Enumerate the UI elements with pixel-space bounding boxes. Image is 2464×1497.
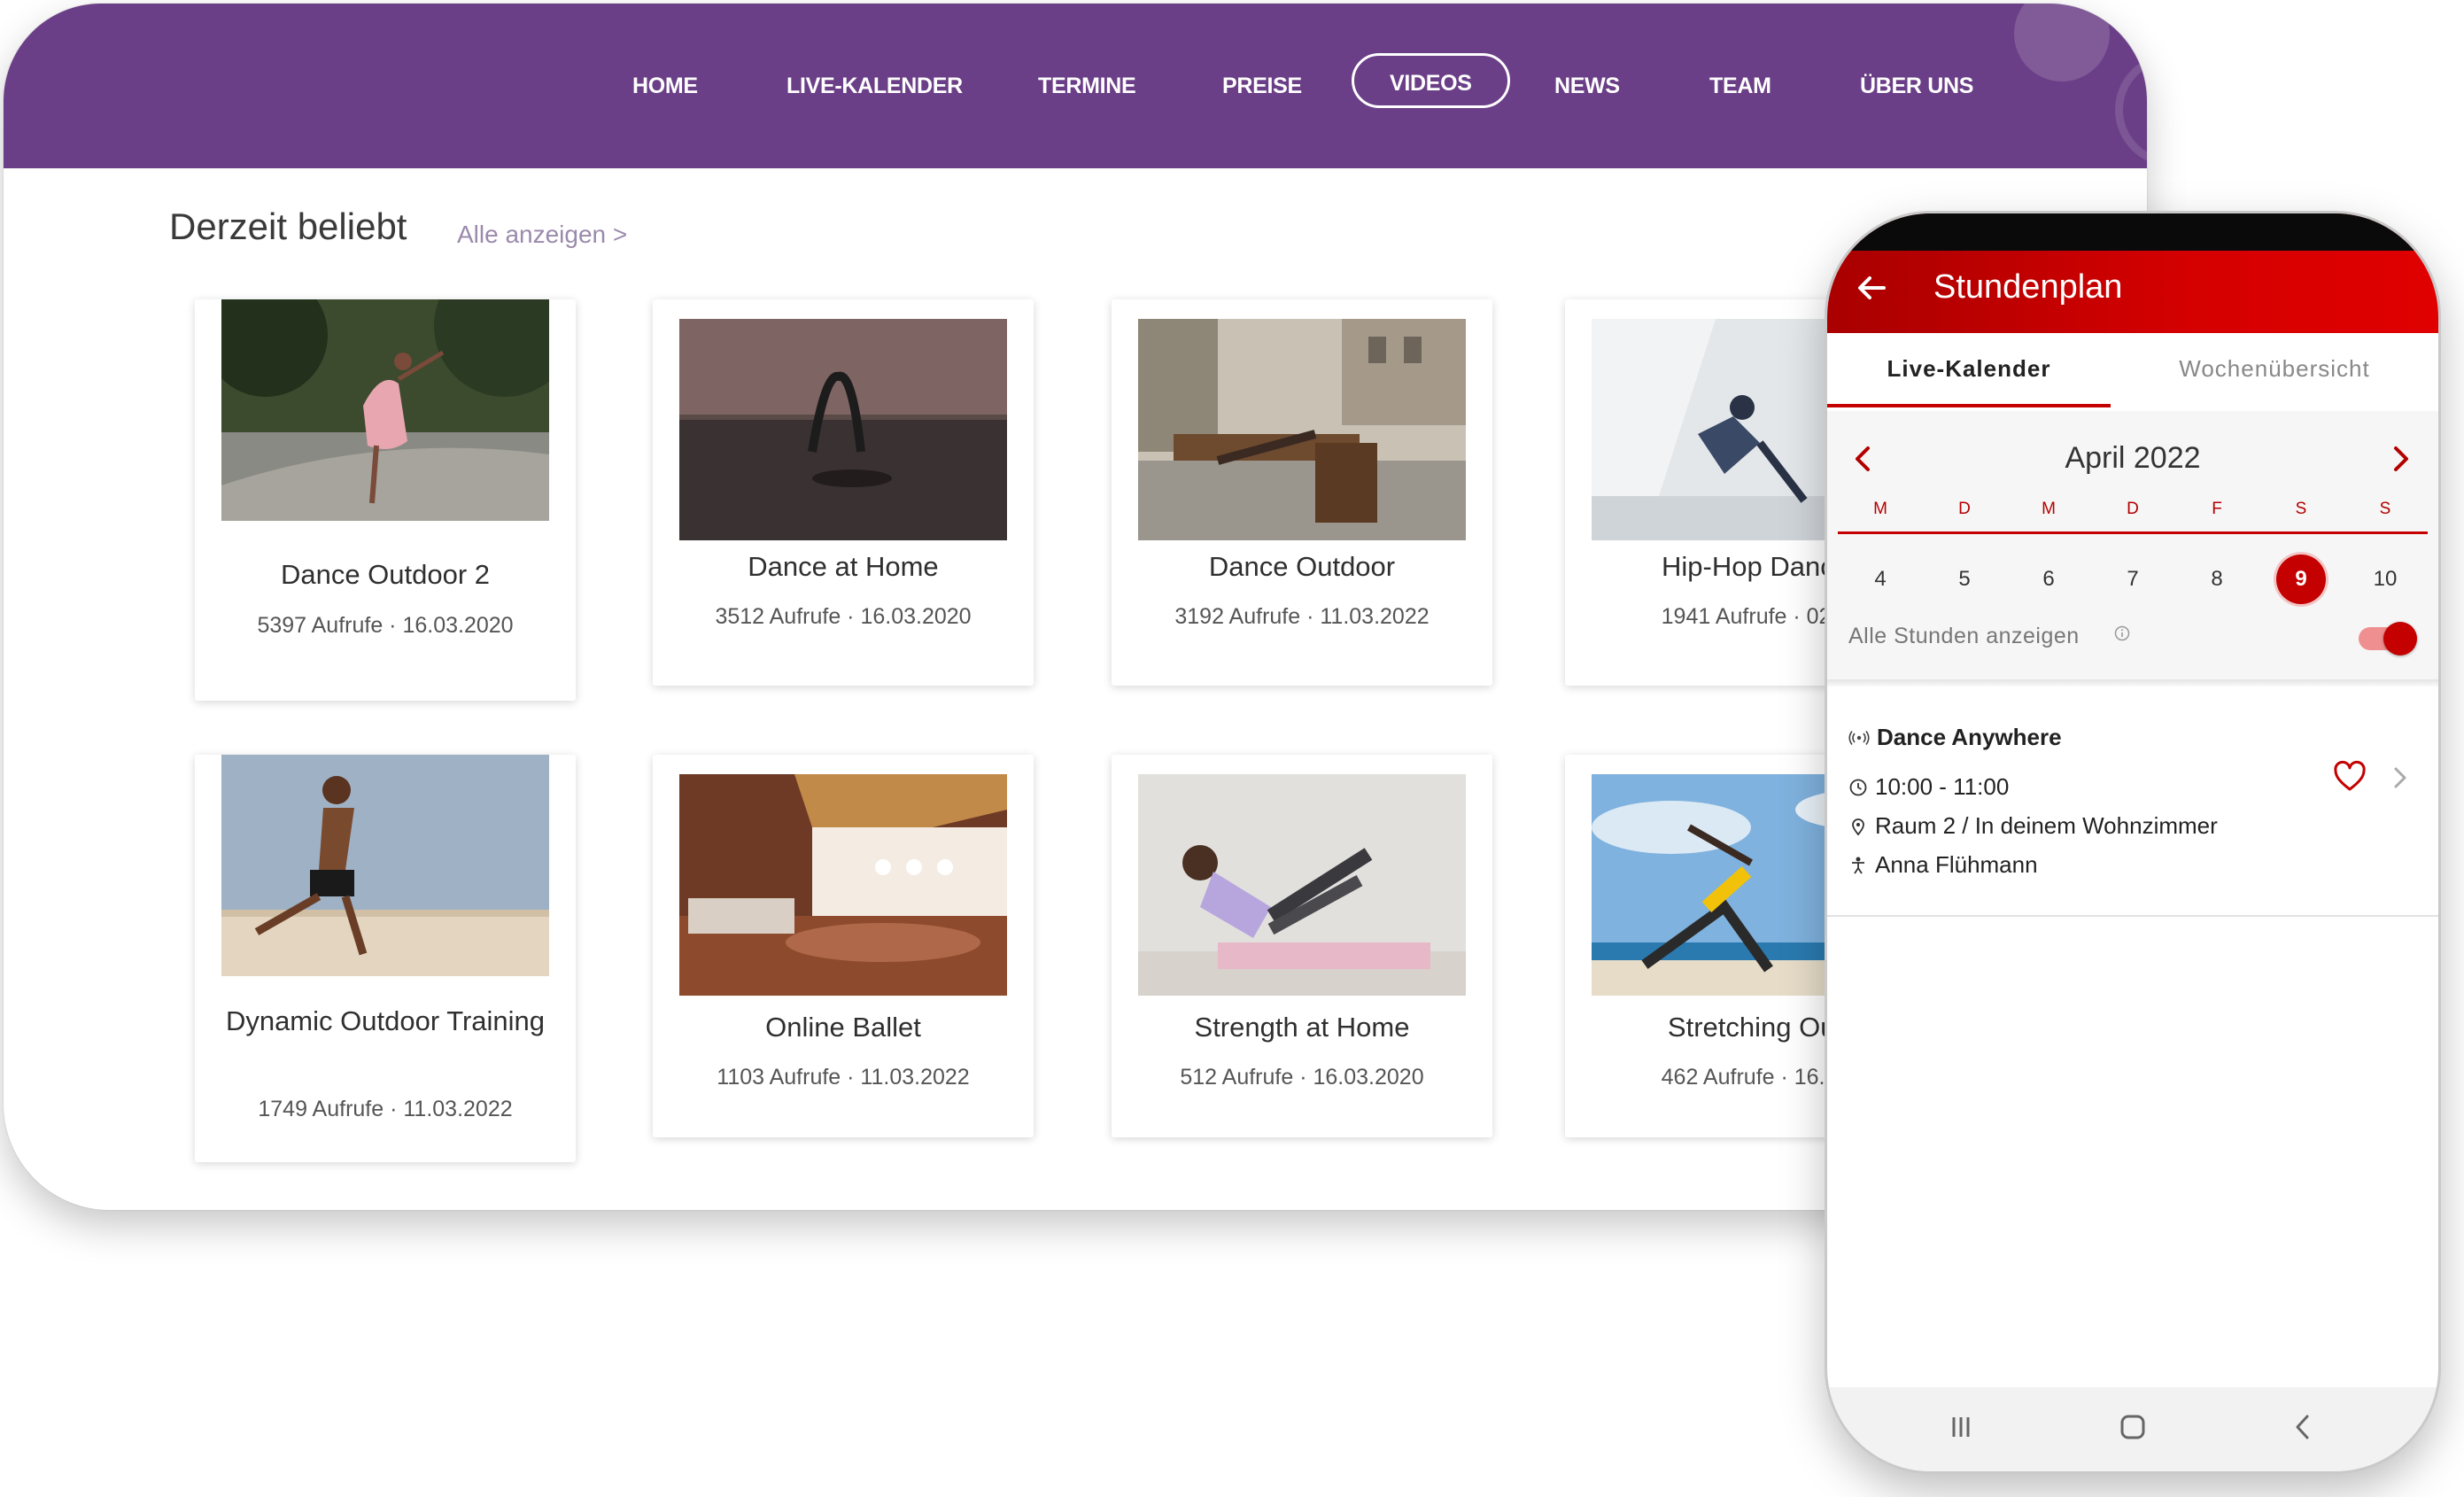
calendar-divider <box>1838 531 2428 534</box>
show-all-link[interactable]: Alle anzeigen > <box>457 221 627 249</box>
weekday-label: M <box>1873 500 1887 518</box>
calendar-day[interactable]: 10 <box>2360 555 2410 604</box>
video-meta: 3192 Aufrufe · 11.03.2022 <box>1174 604 1430 629</box>
video-title: Online Ballet <box>765 1012 921 1043</box>
tab-wochenuebersicht[interactable]: Wochenübersicht <box>2111 333 2438 411</box>
video-title: Dance Outdoor 2 <box>280 559 491 590</box>
section-divider <box>1827 679 2438 686</box>
video-card[interactable]: Dance Outdoor 3192 Aufrufe · 11.03.2022 <box>1112 299 1492 686</box>
nav-videos[interactable]: VIDEOS <box>1352 53 1510 108</box>
video-card[interactable]: Dance Outdoor 2 5397 Aufrufe · 16.03.202… <box>195 299 576 701</box>
weekday-label: D <box>1958 500 1971 518</box>
video-thumbnail <box>221 755 549 976</box>
month-label: April 2022 <box>2065 441 2201 475</box>
recent-apps-icon[interactable] <box>1941 1407 1981 1447</box>
decorative-circle <box>2014 4 2110 81</box>
nav-termine[interactable]: TERMINE <box>1038 66 1136 106</box>
nav-preise[interactable]: PREISE <box>1222 66 1302 106</box>
weekday-label: F <box>2212 500 2222 518</box>
calendar-day-selected[interactable]: 9 <box>2276 555 2326 604</box>
video-meta: 512 Aufrufe · 16.03.2020 <box>1180 1065 1424 1090</box>
calendar-day[interactable]: 5 <box>1940 555 1989 604</box>
status-bar <box>1827 213 2438 251</box>
tab-live-kalender[interactable]: Live-Kalender <box>1827 333 2111 411</box>
location-pin-icon <box>1852 818 1864 835</box>
tab-bar: Live-Kalender Wochenübersicht <box>1827 333 2438 411</box>
class-location-row: Raum 2 / In deinem Wohnzimmer <box>1848 812 2218 840</box>
class-time-row: 10:00 - 11:00 <box>1848 773 2009 801</box>
calendar-day[interactable]: 6 <box>2024 555 2073 604</box>
next-month-icon[interactable] <box>2383 441 2419 477</box>
video-meta: 1103 Aufrufe · 11.03.2022 <box>717 1065 970 1090</box>
nav-live-kalender[interactable]: LIVE-KALENDER <box>786 66 963 106</box>
show-all-hours-toggle[interactable] <box>2359 622 2417 655</box>
home-icon[interactable] <box>2112 1407 2153 1447</box>
back-arrow-icon[interactable] <box>1848 265 1894 311</box>
class-instructor: Anna Flühmann <box>1875 851 2038 878</box>
calendar: April 2022 M D M D F S S 4 5 6 7 8 9 10 … <box>1827 411 2438 679</box>
video-thumbnail <box>679 319 1007 540</box>
live-broadcast-icon <box>1848 730 1870 745</box>
calendar-day[interactable]: 4 <box>1856 555 1905 604</box>
show-all-hours-label: Alle Stunden anzeigen <box>1848 624 2080 648</box>
nav-news[interactable]: NEWS <box>1554 66 1620 106</box>
video-card[interactable]: Online Ballet 1103 Aufrufe · 11.03.2022 <box>653 755 1034 1137</box>
heart-icon[interactable] <box>2332 759 2367 795</box>
weekday-label: D <box>2127 500 2139 518</box>
class-location: Raum 2 / In deinem Wohnzimmer <box>1875 812 2218 839</box>
phone-mockup: Stundenplan Live-Kalender Wochenübersich… <box>1825 211 2441 1474</box>
video-title: Dance at Home <box>748 551 939 582</box>
clock-icon <box>1849 779 1867 795</box>
calendar-day[interactable]: 8 <box>2192 555 2242 604</box>
video-title: Dance Outdoor <box>1208 551 1396 582</box>
class-name: Dance Anywhere <box>1877 724 2062 750</box>
nav-ueber-uns[interactable]: ÜBER UNS <box>1860 66 1973 106</box>
class-name-row: Dance Anywhere <box>1848 724 2062 751</box>
top-navigation: HOME LIVE-KALENDER TERMINE PREISE VIDEOS… <box>4 4 2147 168</box>
nav-home[interactable]: HOME <box>632 66 698 106</box>
calendar-day[interactable]: 7 <box>2108 555 2158 604</box>
chevron-right-icon[interactable] <box>2387 763 2412 793</box>
section-title: Derzeit beliebt <box>169 206 407 247</box>
instructor-icon <box>1852 857 1864 873</box>
video-card[interactable]: Dynamic Outdoor Training 1749 Aufrufe · … <box>195 755 576 1162</box>
video-card[interactable]: Strength at Home 512 Aufrufe · 16.03.202… <box>1112 755 1492 1137</box>
video-thumbnail <box>1138 319 1466 540</box>
android-navigation-bar <box>1827 1387 2438 1471</box>
class-time: 10:00 - 11:00 <box>1875 773 2010 800</box>
app-bar: Stundenplan <box>1827 213 2438 333</box>
toggle-knob <box>2383 622 2417 655</box>
weekday-label: M <box>2042 500 2056 518</box>
video-title: Dynamic Outdoor Training <box>225 1005 546 1036</box>
back-icon[interactable] <box>2282 1407 2323 1447</box>
class-entry[interactable]: Dance Anywhere 10:00 - 11:00 Raum 2 / In… <box>1827 686 2438 917</box>
class-instructor-row: Anna Flühmann <box>1848 851 2038 879</box>
info-icon[interactable] <box>2114 625 2130 641</box>
weekday-label: S <box>2295 500 2307 518</box>
nav-team[interactable]: TEAM <box>1709 66 1771 106</box>
app-title: Stundenplan <box>1933 268 2123 306</box>
weekday-label: S <box>2379 500 2391 518</box>
video-title: Strength at Home <box>1194 1012 1410 1043</box>
decorative-ring <box>2115 53 2147 167</box>
video-meta: 3512 Aufrufe · 16.03.2020 <box>715 604 972 629</box>
video-thumbnail <box>679 774 1007 996</box>
video-meta: 5397 Aufrufe · 16.03.2020 <box>257 613 514 638</box>
video-meta: 1749 Aufrufe · 11.03.2022 <box>258 1097 513 1121</box>
video-card[interactable]: Dance at Home 3512 Aufrufe · 16.03.2020 <box>653 299 1034 686</box>
video-thumbnail <box>221 299 549 521</box>
video-thumbnail <box>1138 774 1466 996</box>
